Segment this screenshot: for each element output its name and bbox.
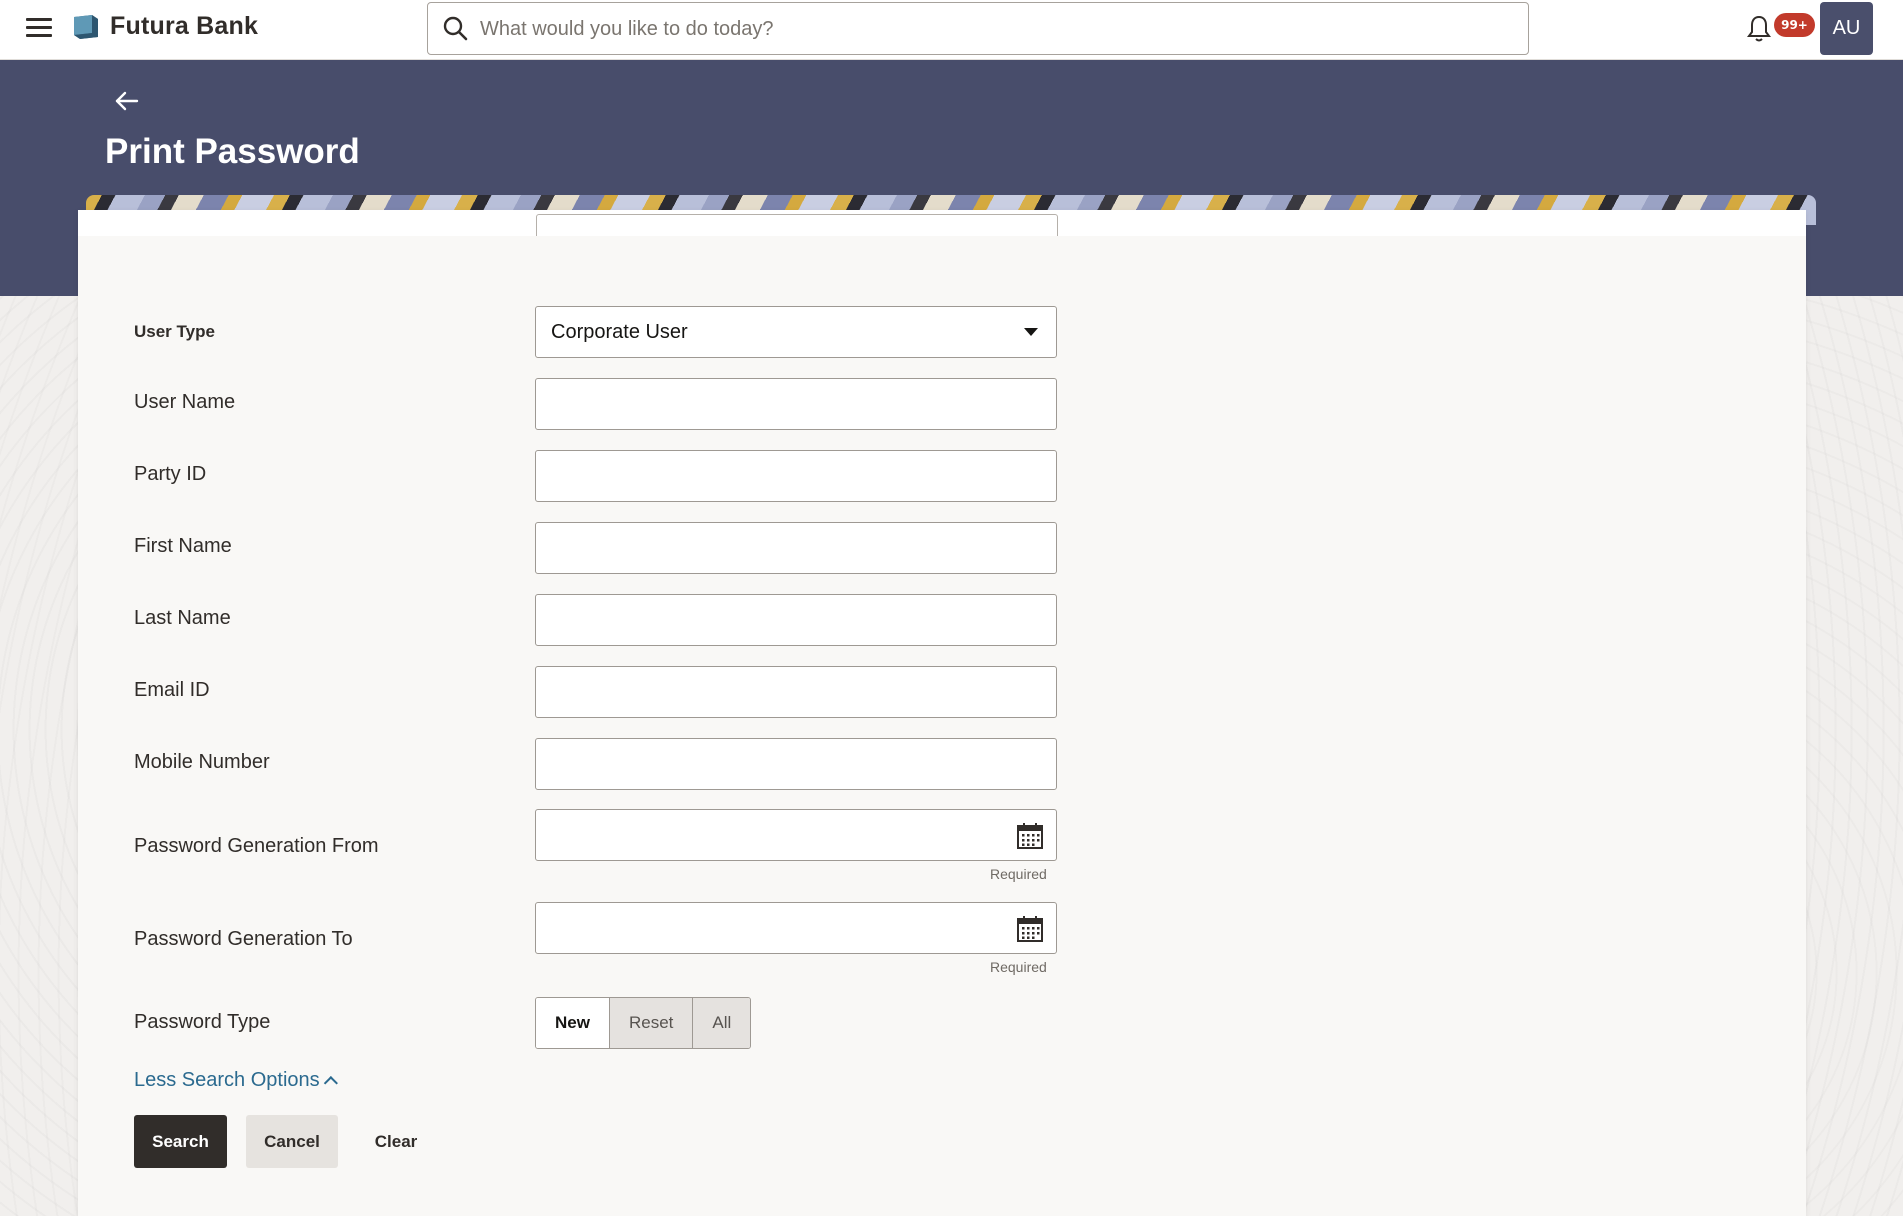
chevron-down-icon [1024,328,1038,336]
password-type-all[interactable]: All [692,998,751,1048]
clear-button[interactable]: Clear [364,1115,428,1168]
search-icon [443,16,468,41]
password-type-label: Password Type [134,1011,271,1033]
user-type-select[interactable]: Corporate User [535,306,1057,358]
user-name-input[interactable] [535,378,1057,430]
first-name-input[interactable] [535,522,1057,574]
first-name-label: First Name [134,535,232,557]
password-to-label: Password Generation To [134,928,353,950]
search-button[interactable]: Search [134,1115,227,1168]
email-id-label: Email ID [134,679,210,701]
last-name-input[interactable] [535,594,1057,646]
less-search-options-link[interactable]: Less Search Options [134,1069,338,1092]
calendar-icon[interactable] [1016,915,1044,943]
password-from-label: Password Generation From [134,835,379,857]
password-type-toggle: New Reset All [535,997,752,1049]
mobile-number-input[interactable] [535,738,1057,790]
menu-icon[interactable] [26,17,52,39]
password-to-date-input[interactable] [535,902,1057,954]
password-from-required-hint: Required [990,866,1047,882]
party-id-label: Party ID [134,463,207,485]
mobile-number-label: Mobile Number [134,751,270,773]
notification-badge[interactable]: 99+ [1774,13,1815,37]
party-id-input[interactable] [535,450,1057,502]
last-name-label: Last Name [134,607,231,629]
chevron-up-icon [323,1076,338,1091]
bell-icon[interactable] [1746,14,1772,44]
search-input[interactable] [480,9,1510,49]
less-search-options-label: Less Search Options [134,1069,320,1091]
password-to-required-hint: Required [990,959,1047,975]
calendar-icon[interactable] [1016,822,1044,850]
user-type-label: User Type [134,322,215,341]
bank-logo-icon [74,15,98,39]
brand-name[interactable]: Futura Bank [110,12,258,41]
user-type-value: Corporate User [551,321,688,343]
cancel-button[interactable]: Cancel [246,1115,338,1168]
back-arrow-icon[interactable] [114,88,140,114]
email-id-input[interactable] [535,666,1057,718]
scrolled-row-remnant [78,210,1806,236]
global-search[interactable] [427,2,1529,55]
user-name-label: User Name [134,391,236,413]
user-avatar[interactable]: AU [1820,2,1873,55]
password-type-new[interactable]: New [536,998,609,1048]
top-bar: Futura Bank 99+ AU [0,0,1903,60]
password-type-reset[interactable]: Reset [608,998,693,1048]
password-from-date-input[interactable] [535,809,1057,861]
page-title: Print Password [105,132,360,171]
